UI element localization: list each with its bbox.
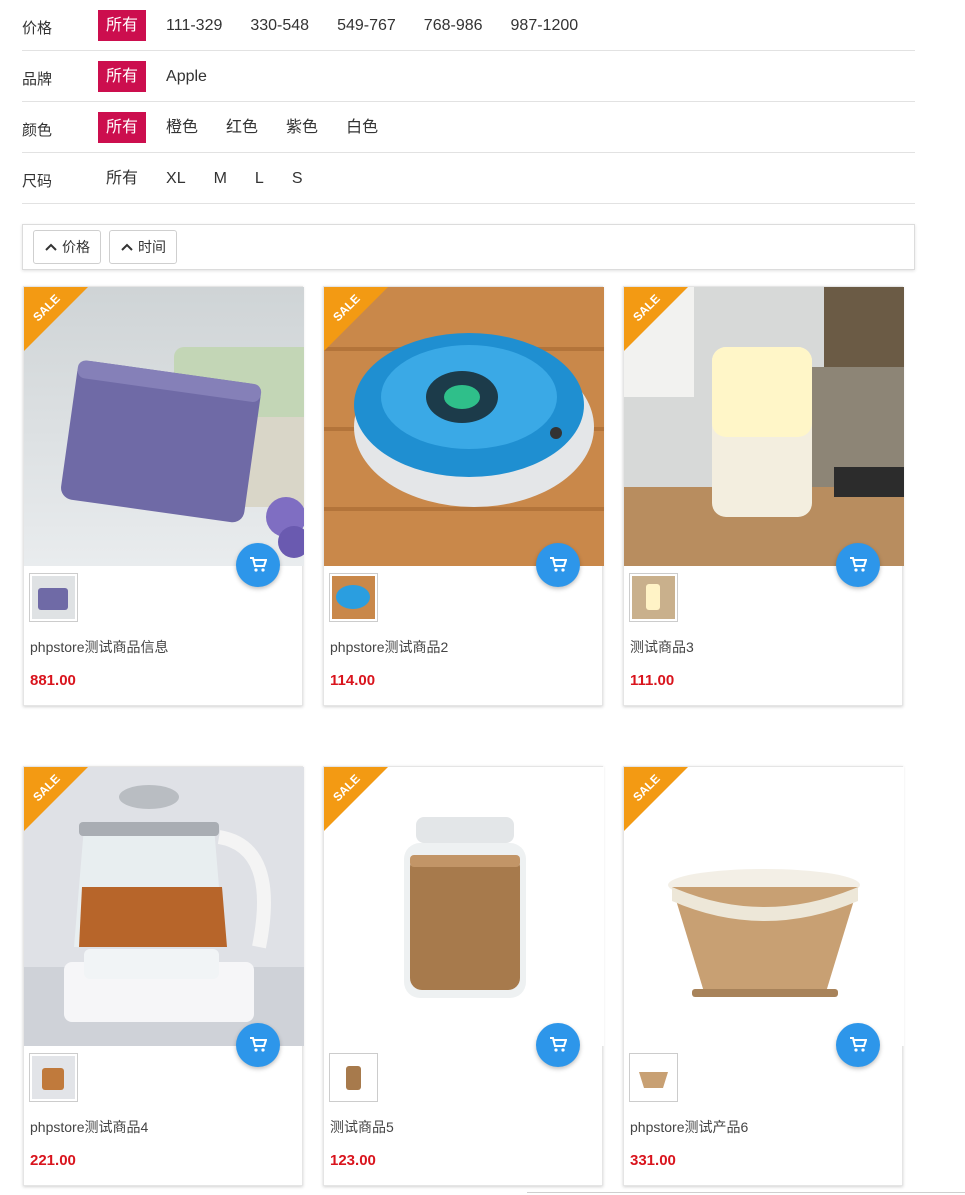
filter-option[interactable]: 768-986 xyxy=(416,10,491,41)
sale-ribbon: SALE xyxy=(24,287,88,351)
cart-icon xyxy=(550,1037,567,1052)
filter-option-all[interactable]: 所有 xyxy=(98,112,147,143)
product-thumbnail[interactable] xyxy=(329,573,378,622)
cart-icon xyxy=(850,557,867,572)
divider xyxy=(527,1192,965,1193)
product-card[interactable]: SALE phpstore测试商品信息 881.00 xyxy=(23,286,304,706)
filter-option[interactable]: M xyxy=(206,163,235,194)
add-to-cart-button[interactable] xyxy=(836,543,880,587)
product-thumbnail[interactable] xyxy=(29,1053,78,1102)
product-name[interactable]: phpstore测试商品4 xyxy=(30,1117,148,1137)
product-price: 123.00 xyxy=(330,1152,376,1169)
product-price: 881.00 xyxy=(30,672,76,689)
product-card[interactable]: SALE 测试商品5 123.00 xyxy=(323,766,604,1186)
product-name[interactable]: 测试商品3 xyxy=(630,637,694,657)
sort-by-time-button[interactable]: 时间 xyxy=(109,230,177,264)
add-to-cart-button[interactable] xyxy=(236,1023,280,1067)
chevron-up-icon xyxy=(45,243,57,251)
filter-option[interactable]: Apple xyxy=(158,61,215,92)
filter-row-price: 价格 所有 111-329 330-548 549-767 768-986 98… xyxy=(22,0,915,51)
product-price: 331.00 xyxy=(630,1152,676,1169)
filter-row-brand: 品牌 所有 Apple xyxy=(22,51,915,102)
filter-row-color: 颜色 所有 橙色 红色 紫色 白色 xyxy=(22,102,915,153)
sale-ribbon: SALE xyxy=(624,767,688,831)
sort-label: 时间 xyxy=(138,239,166,255)
filter-panel: 价格 所有 111-329 330-548 549-767 768-986 98… xyxy=(22,0,915,204)
product-image[interactable]: SALE xyxy=(324,767,604,1046)
wooden-basket-thumbnail-image xyxy=(632,1056,675,1099)
filter-option[interactable]: L xyxy=(247,163,272,194)
product-card[interactable]: SALE phpstore测试商品2 114.00 xyxy=(323,286,604,706)
product-name[interactable]: phpstore测试产品6 xyxy=(630,1117,748,1137)
product-image[interactable]: SALE xyxy=(24,767,304,1046)
filter-option-all[interactable]: 所有 xyxy=(98,163,146,194)
filter-label: 品牌 xyxy=(22,71,53,88)
product-name[interactable]: phpstore测试商品信息 xyxy=(30,637,168,657)
product-price: 114.00 xyxy=(330,672,376,689)
product-thumbnail[interactable] xyxy=(29,573,78,622)
filter-option[interactable]: 白色 xyxy=(338,112,386,143)
sale-ribbon: SALE xyxy=(324,767,388,831)
filter-options: 所有 111-329 330-548 549-767 768-986 987-1… xyxy=(98,10,598,41)
filter-option[interactable]: 987-1200 xyxy=(503,10,587,41)
sale-ribbon: SALE xyxy=(624,287,688,351)
cart-icon xyxy=(250,557,267,572)
filter-option[interactable]: 330-548 xyxy=(242,10,317,41)
product-image[interactable]: SALE xyxy=(624,287,904,566)
filter-option[interactable]: 红色 xyxy=(218,112,266,143)
robot-vacuum-thumbnail-image xyxy=(332,576,375,619)
filter-option[interactable]: S xyxy=(284,163,311,194)
filter-options: 所有 Apple xyxy=(98,61,227,92)
add-to-cart-button[interactable] xyxy=(536,543,580,587)
filter-option[interactable]: 橙色 xyxy=(158,112,206,143)
cart-icon xyxy=(550,557,567,572)
sort-bar: 价格 时间 xyxy=(22,224,915,270)
cart-icon xyxy=(250,1037,267,1052)
sale-ribbon: SALE xyxy=(324,287,388,351)
product-card[interactable]: SALE phpstore测试商品4 221.00 xyxy=(23,766,304,1186)
pasta-jar-thumbnail-image xyxy=(332,1056,375,1099)
filter-label: 尺码 xyxy=(22,173,53,190)
filter-option[interactable]: 紫色 xyxy=(278,112,326,143)
filter-row-size: 尺码 所有 XL M L S xyxy=(22,153,915,204)
product-thumbnail[interactable] xyxy=(329,1053,378,1102)
sale-ribbon: SALE xyxy=(24,767,88,831)
product-card[interactable]: SALE phpstore测试产品6 331.00 xyxy=(623,766,904,1186)
filter-option-all[interactable]: 所有 xyxy=(98,10,147,41)
filter-options: 所有 橙色 红色 紫色 白色 xyxy=(98,112,398,143)
add-to-cart-button[interactable] xyxy=(236,543,280,587)
product-image[interactable]: SALE xyxy=(624,767,904,1046)
aroma-diffuser-thumbnail-image xyxy=(632,576,675,619)
product-image[interactable]: SALE xyxy=(24,287,304,566)
filter-option-all[interactable]: 所有 xyxy=(98,61,147,92)
sort-by-price-button[interactable]: 价格 xyxy=(33,230,101,264)
filter-label: 价格 xyxy=(22,20,53,37)
product-thumbnail[interactable] xyxy=(629,573,678,622)
product-card[interactable]: SALE 测试商品3 111.00 xyxy=(623,286,904,706)
product-name[interactable]: 测试商品5 xyxy=(330,1117,394,1137)
product-price: 221.00 xyxy=(30,1152,76,1169)
product-image[interactable]: SALE xyxy=(324,287,604,566)
tea-kettle-thumbnail-image xyxy=(32,1056,75,1099)
filter-option[interactable]: XL xyxy=(158,163,194,194)
product-name[interactable]: phpstore测试商品2 xyxy=(330,637,448,657)
filter-option[interactable]: 549-767 xyxy=(329,10,404,41)
add-to-cart-button[interactable] xyxy=(536,1023,580,1067)
cart-icon xyxy=(850,1037,867,1052)
product-thumbnail[interactable] xyxy=(629,1053,678,1102)
filter-options: 所有 XL M L S xyxy=(98,163,323,194)
product-price: 111.00 xyxy=(630,672,675,689)
sort-label: 价格 xyxy=(62,239,90,255)
filter-option[interactable]: 111-329 xyxy=(158,10,230,41)
chevron-up-icon xyxy=(121,243,133,251)
soap-thumbnail-image xyxy=(32,576,75,619)
filter-label: 颜色 xyxy=(22,122,53,139)
add-to-cart-button[interactable] xyxy=(836,1023,880,1067)
